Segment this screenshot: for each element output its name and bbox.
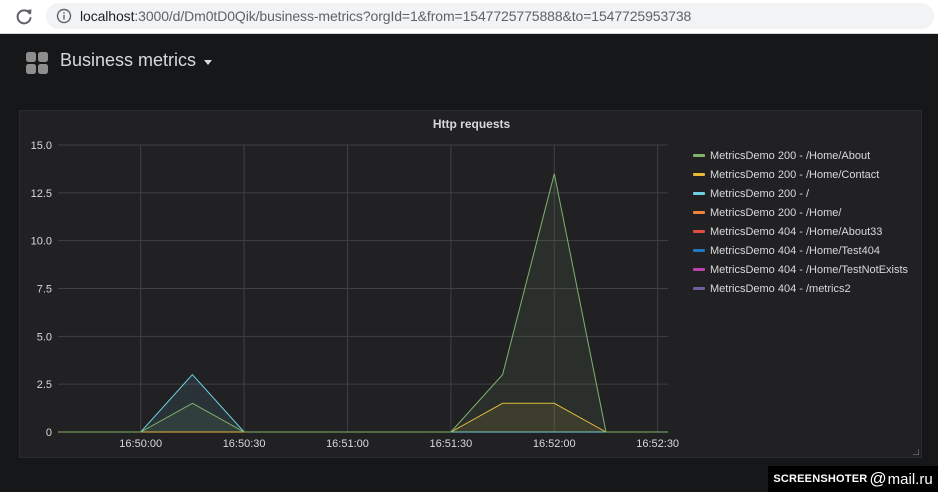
graph-legend: MetricsDemo 200 - /Home/About MetricsDemo… — [693, 146, 908, 298]
legend-swatch[interactable] — [693, 154, 705, 157]
address-bar[interactable]: localhost:3000/d/Dm0tD0Qik/business-metr… — [46, 3, 934, 29]
info-icon[interactable] — [56, 8, 72, 24]
legend-swatch[interactable] — [693, 249, 705, 252]
legend-item[interactable]: MetricsDemo 200 - / — [693, 184, 908, 203]
watermark-at: @ — [869, 469, 887, 488]
url-text: localhost:3000/d/Dm0tD0Qik/business-metr… — [80, 8, 691, 24]
legend-label[interactable]: MetricsDemo 200 - /Home/Contact — [710, 169, 879, 181]
reload-icon[interactable] — [14, 7, 34, 27]
graph-chart[interactable]: 0 2.5 5.0 7.5 10.0 12.5 15.0 16:50:00 16:50:30 16… — [20, 111, 690, 457]
x-tick-label: 16:52:00 — [533, 438, 576, 450]
watermark-brand: SCREENSHOTER — [773, 473, 868, 485]
legend-swatch[interactable] — [693, 230, 705, 233]
x-tick-label: 16:50:00 — [119, 438, 162, 450]
browser-toolbar: localhost:3000/d/Dm0tD0Qik/business-metr… — [0, 0, 938, 34]
legend-item[interactable]: MetricsDemo 404 - /Home/Test404 — [693, 241, 908, 260]
grafana-app: Business metrics 0 2.5 5.0 7.5 10.0 12.5 15.0 1… — [0, 34, 938, 492]
y-tick-label: 15.0 — [31, 140, 52, 152]
legend-item[interactable]: MetricsDemo 404 - /Home/About33 — [693, 222, 908, 241]
legend-item[interactable]: MetricsDemo 404 - /Home/TestNotExists — [693, 260, 908, 279]
legend-item[interactable]: MetricsDemo 200 - /Home/Contact — [693, 165, 908, 184]
legend-label[interactable]: MetricsDemo 404 - /Home/About33 — [710, 226, 882, 238]
y-tick-label: 10.0 — [31, 236, 52, 248]
x-tick-label: 16:51:30 — [429, 438, 472, 450]
legend-swatch[interactable] — [693, 173, 705, 176]
x-tick-label: 16:51:00 — [326, 438, 369, 450]
legend-item[interactable]: MetricsDemo 404 - /metrics2 — [693, 279, 908, 298]
screenshoter-watermark: SCREENSHOTER @ mail.ru — [768, 466, 938, 492]
dashboard-title[interactable]: Business metrics — [60, 50, 196, 71]
dashboard-grid-icon — [26, 52, 48, 74]
url-host: localhost — [80, 8, 135, 24]
legend-label[interactable]: MetricsDemo 404 - /Home/Test404 — [710, 245, 880, 257]
panel-title[interactable]: Http requests — [20, 117, 923, 131]
y-tick-label: 7.5 — [37, 284, 52, 296]
series-area — [58, 173, 668, 432]
watermark-domain: mail.ru — [887, 470, 933, 488]
legend-label[interactable]: MetricsDemo 404 - /Home/TestNotExists — [710, 264, 908, 276]
graph-panel: 0 2.5 5.0 7.5 10.0 12.5 15.0 16:50:00 16:50:30 16… — [19, 110, 922, 458]
caret-down-icon[interactable] — [204, 60, 212, 65]
legend-label[interactable]: MetricsDemo 200 - /Home/About — [710, 150, 870, 162]
y-tick-label: 2.5 — [37, 379, 52, 391]
legend-swatch[interactable] — [693, 192, 705, 195]
y-tick-label: 5.0 — [37, 331, 52, 343]
legend-item[interactable]: MetricsDemo 200 - /Home/ — [693, 203, 908, 222]
legend-swatch[interactable] — [693, 268, 705, 271]
url-path: :3000/d/Dm0tD0Qik/business-metrics?orgId… — [134, 8, 692, 24]
legend-swatch[interactable] — [693, 211, 705, 214]
y-tick-label: 0 — [46, 427, 52, 439]
x-tick-label: 16:50:30 — [223, 438, 266, 450]
legend-label[interactable]: MetricsDemo 404 - /metrics2 — [710, 283, 851, 295]
x-tick-label: 16:52:30 — [636, 438, 679, 450]
legend-swatch[interactable] — [693, 287, 705, 290]
panel-resize-handle-icon[interactable] — [913, 449, 919, 455]
y-tick-label: 12.5 — [31, 188, 52, 200]
legend-label[interactable]: MetricsDemo 200 - / — [710, 188, 809, 200]
legend-item[interactable]: MetricsDemo 200 - /Home/About — [693, 146, 908, 165]
legend-label[interactable]: MetricsDemo 200 - /Home/ — [710, 207, 841, 219]
